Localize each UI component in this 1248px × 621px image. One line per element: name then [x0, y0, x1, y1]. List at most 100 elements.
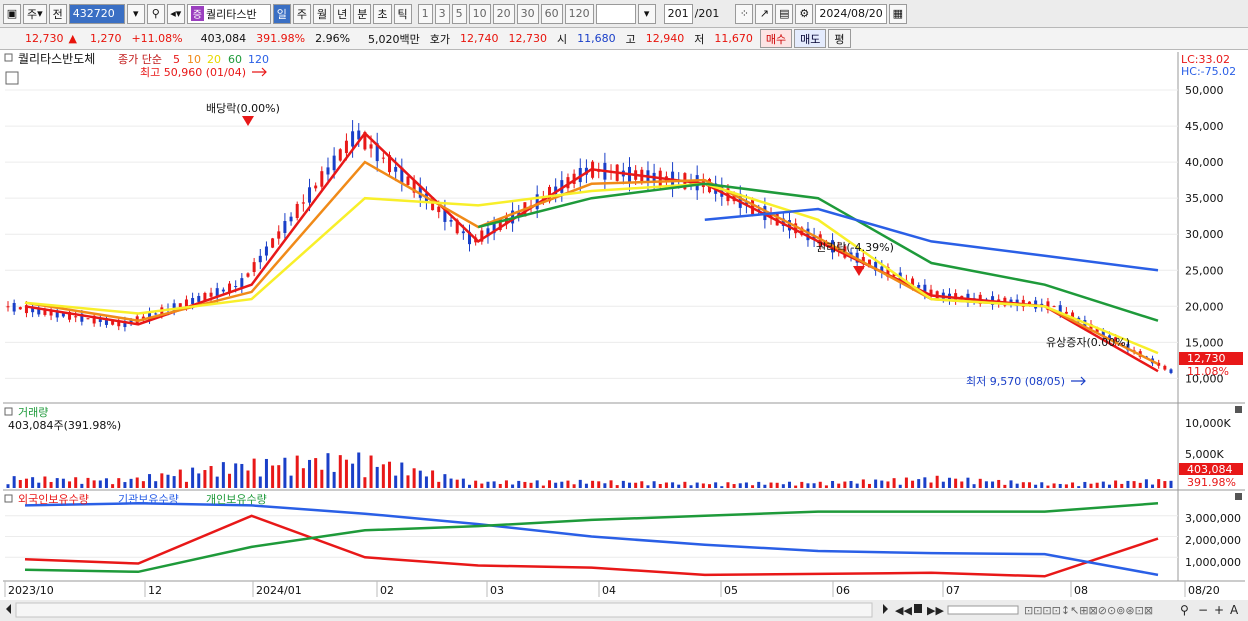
volume-bar — [480, 483, 484, 488]
count-dropdown-icon[interactable]: ▾ — [637, 3, 656, 24]
volume-bar — [609, 480, 613, 488]
volume-close-icon[interactable] — [1235, 406, 1242, 413]
avg-button[interactable]: 평 — [828, 29, 851, 48]
volume-bar — [234, 463, 238, 488]
price-ytick: 20,000 — [1185, 300, 1224, 313]
individual-legend: 개인보유수량 — [206, 493, 267, 506]
count-60[interactable]: 60 — [540, 3, 563, 24]
candle-body — [12, 302, 16, 312]
tab-year[interactable]: 년 — [333, 3, 352, 24]
tab-week[interactable]: 주 — [292, 3, 312, 24]
volume-bar — [855, 483, 859, 488]
volume-bar — [701, 483, 705, 488]
volume-bar — [861, 479, 865, 488]
code-input[interactable]: 432720 — [68, 3, 125, 24]
volume-bar — [357, 452, 361, 488]
candle-body — [369, 144, 373, 149]
count-30[interactable]: 30 — [516, 3, 539, 24]
window-icon[interactable]: ▣ — [3, 3, 21, 24]
count-1[interactable]: 1 — [417, 3, 433, 24]
volume-bar — [24, 478, 28, 488]
chart-area[interactable]: 50,000 45,000 40,000 35,000 30,000 25,000 20,0… — [0, 50, 1248, 621]
volume-bar — [787, 481, 791, 488]
volume-bar — [160, 473, 164, 488]
count-20[interactable]: 20 — [492, 3, 515, 24]
volume-bar — [917, 479, 921, 488]
zoom-in-icon[interactable]: + — [1214, 603, 1224, 617]
price-ytick: 30,000 — [1185, 228, 1224, 241]
save-icon[interactable]: ▤ — [775, 3, 794, 24]
candle-body — [461, 231, 465, 234]
ma-5-label: 5 — [173, 53, 180, 66]
price-ytick: 15,000 — [1185, 336, 1224, 349]
stock-name-box[interactable]: 증 퀄리타스반 — [186, 3, 271, 24]
holding-ytick-2: 2,000,000 — [1185, 534, 1241, 547]
grid-toggle-icon[interactable] — [5, 71, 19, 85]
count-5[interactable]: 5 — [451, 3, 467, 24]
gear-icon[interactable]: ⚙ — [795, 3, 814, 24]
search-icon[interactable]: ⚲ — [146, 3, 165, 24]
scrollbar-track[interactable] — [15, 602, 873, 618]
volume-bar — [997, 479, 1001, 488]
speaker-icon[interactable]: ◂▾ — [166, 3, 185, 24]
volume-bar — [874, 479, 878, 488]
volume-bar — [775, 482, 779, 488]
tab-month[interactable]: 월 — [313, 3, 332, 24]
candle-body — [234, 286, 238, 288]
stop-icon[interactable] — [914, 604, 922, 613]
volume-bar — [935, 475, 939, 488]
tab-tick[interactable]: 틱 — [393, 3, 412, 24]
zoom-search-icon[interactable]: ⚲ — [1180, 603, 1189, 617]
count-value[interactable]: 201 — [663, 3, 693, 24]
tab-minute[interactable]: 분 — [353, 3, 372, 24]
zoom-out-icon[interactable]: − — [1198, 603, 1208, 617]
first-page-icon[interactable]: ◀◀ — [895, 604, 912, 617]
holding-close-icon[interactable] — [1235, 493, 1242, 500]
volume-bar — [960, 481, 964, 488]
period-select[interactable]: 주 ▾ — [23, 3, 47, 24]
tab-second[interactable]: 초 — [373, 3, 392, 24]
calendar-icon[interactable]: ▦ — [888, 3, 907, 24]
x-tick-label: 2023/10 — [8, 584, 54, 597]
code-dropdown-icon[interactable]: ▾ — [126, 3, 145, 24]
zoom-slider[interactable] — [947, 605, 1019, 615]
buy-button[interactable]: 매수 — [759, 29, 793, 48]
draw-icon[interactable]: ↗ — [755, 3, 774, 24]
date-field[interactable]: 2024/08/20 — [815, 3, 887, 24]
volume-bar — [627, 482, 631, 488]
volume-bar — [603, 483, 607, 488]
sell-button[interactable]: 매도 — [794, 29, 827, 48]
volume-bar — [794, 485, 798, 488]
candle-body — [258, 255, 262, 263]
tab-day[interactable]: 일 — [272, 3, 291, 24]
candle-body — [338, 149, 342, 161]
candle-body — [314, 185, 318, 189]
quote-high: 12,940 — [645, 32, 685, 45]
quote-change-pct: +11.08% — [131, 32, 183, 45]
font-size-icon[interactable]: A — [1230, 603, 1239, 617]
last-page-icon[interactable]: ▶▶ — [927, 604, 944, 617]
volume-bar — [947, 477, 951, 488]
volume-bar — [1163, 481, 1167, 488]
volume-bar — [289, 475, 293, 488]
count-10[interactable]: 10 — [468, 3, 491, 24]
volume-bar — [751, 485, 755, 488]
volume-bar — [104, 478, 108, 488]
prev-button[interactable]: 전 — [48, 3, 67, 24]
count-120[interactable]: 120 — [564, 3, 594, 24]
price-ytick: 35,000 — [1185, 192, 1224, 205]
volume-bar — [591, 480, 595, 488]
volume-bar — [800, 481, 804, 488]
x-tick-label: 2024/01 — [256, 584, 302, 597]
volume-bar — [972, 484, 976, 488]
volume-bar — [1046, 485, 1050, 488]
volume-bar — [1107, 484, 1111, 488]
volume-bar — [1083, 481, 1087, 488]
tool-icons[interactable]: ⊡⊡⊡⊡↕↖⊞⊠⊘⊙⊚⊛⊡⊠ — [1024, 604, 1153, 617]
volume-bar — [215, 476, 219, 488]
volume-bar — [117, 478, 121, 488]
custom-count-input[interactable] — [595, 3, 636, 24]
volume-bar — [388, 461, 392, 488]
count-3[interactable]: 3 — [434, 3, 450, 24]
grid-icon[interactable]: ⁘ — [735, 3, 754, 24]
